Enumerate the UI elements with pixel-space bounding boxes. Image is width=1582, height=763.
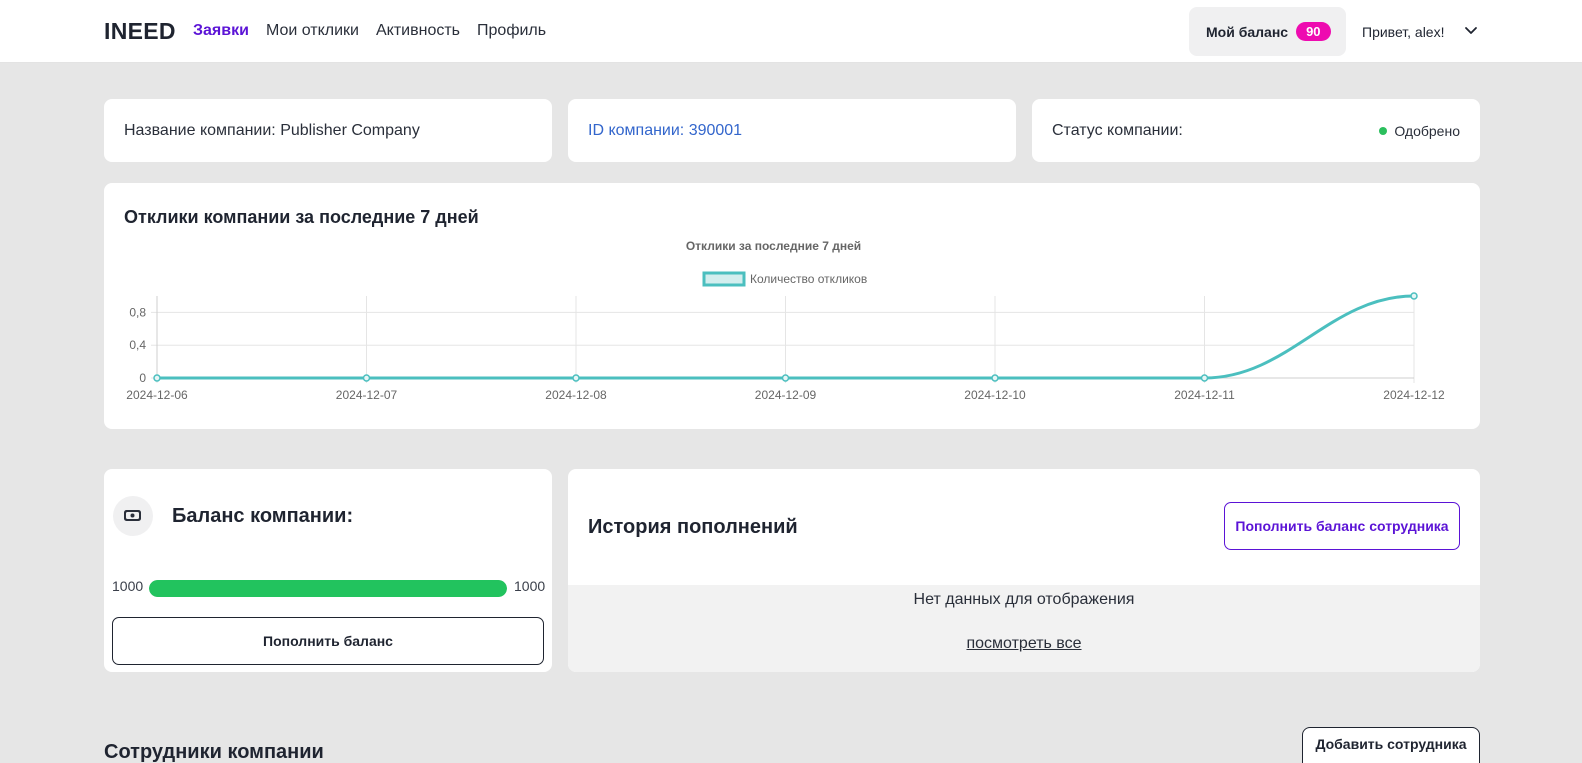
company-status-label: Статус компании: — [1052, 122, 1183, 139]
topup-history-card: История пополнений Пополнить баланс сотр… — [568, 469, 1480, 672]
balance-progress-fill — [149, 580, 507, 597]
company-id-card: ID компании: 390001 — [568, 99, 1016, 162]
chart-title: Отклики за последние 7 дней — [686, 239, 861, 253]
wallet-icon-circle — [113, 496, 153, 536]
company-name: Название компании: Publisher Company — [124, 122, 420, 139]
balance-progress-bar — [149, 580, 507, 597]
status-badge: Одобрено — [1379, 123, 1460, 139]
add-employee-button[interactable]: Добавить сотрудника — [1302, 727, 1480, 763]
nav-item-requests[interactable]: Заявки — [193, 22, 249, 40]
chevron-down-icon[interactable] — [1463, 22, 1479, 38]
my-balance-label: Мой баланс — [1206, 23, 1289, 40]
top-navbar: INEED Заявки Мои отклики Активность Проф… — [0, 0, 1582, 63]
main-nav: Заявки Мои отклики Активность Профиль — [193, 22, 546, 40]
company-status-card: Статус компании: Одобрено — [1032, 99, 1480, 162]
history-title: История пополнений — [588, 516, 798, 538]
x-tick-label: 2024-12-07 — [336, 388, 398, 402]
user-greeting[interactable]: Привет, alex! — [1362, 24, 1444, 40]
x-tick-label: 2024-12-12 — [1383, 388, 1445, 402]
x-tick-label: 2024-12-06 — [126, 388, 188, 402]
data-point — [572, 374, 580, 382]
y-tick-label: 0 — [139, 371, 146, 385]
wallet-icon — [124, 510, 141, 521]
balance-max-label: 1000 — [514, 578, 546, 594]
balance-badge: 90 — [1296, 22, 1331, 41]
company-balance-card: Баланс компании: 1000 1000 Пополнить бал… — [104, 469, 552, 672]
data-point — [153, 374, 161, 382]
topup-balance-button[interactable]: Пополнить баланс — [112, 617, 544, 665]
balance-title: Баланс компании: — [172, 505, 354, 527]
history-table-body: Нет данных для отображения посмотреть вс… — [568, 585, 1480, 672]
logo[interactable]: INEED — [104, 18, 176, 45]
topup-employee-balance-button[interactable]: Пополнить баланс сотрудника — [1224, 502, 1460, 550]
y-tick-label: 0,8 — [129, 305, 146, 319]
nav-item-profile[interactable]: Профиль — [477, 22, 546, 40]
x-tick-label: 2024-12-08 — [545, 388, 607, 402]
data-point — [1200, 374, 1209, 382]
company-status-value: Одобрено — [1394, 123, 1460, 139]
view-all-link[interactable]: посмотреть все — [568, 635, 1480, 653]
empty-state-text: Нет данных для отображения — [913, 591, 1135, 608]
data-point — [781, 374, 790, 382]
status-dot-icon — [1379, 127, 1388, 135]
legend-swatch — [702, 271, 746, 287]
data-point — [991, 374, 999, 382]
nav-item-activity[interactable]: Активность — [376, 22, 460, 40]
company-id[interactable]: ID компании: 390001 — [588, 122, 742, 140]
x-tick-label: 2024-12-10 — [964, 388, 1026, 402]
responses-line-chart: Отклики за последние 7 дней Количество от… — [126, 239, 1445, 402]
x-tick-label: 2024-12-09 — [755, 388, 817, 402]
employees-title: Сотрудники компании — [104, 741, 324, 763]
company-name-card: Название компании: Publisher Company — [104, 99, 552, 162]
data-point — [1410, 292, 1418, 300]
legend-label: Количество откликов — [750, 272, 867, 286]
my-balance-button[interactable]: Мой баланс 90 — [1189, 7, 1346, 56]
x-tick-label: 2024-12-11 — [1174, 388, 1235, 402]
nav-item-my-responses[interactable]: Мои отклики — [266, 22, 359, 40]
responses-chart-card: Отклики компании за последние 7 дней Отк… — [104, 183, 1480, 429]
balance-min-label: 1000 — [112, 578, 144, 594]
data-point — [362, 374, 371, 382]
y-tick-label: 0,4 — [129, 338, 146, 352]
